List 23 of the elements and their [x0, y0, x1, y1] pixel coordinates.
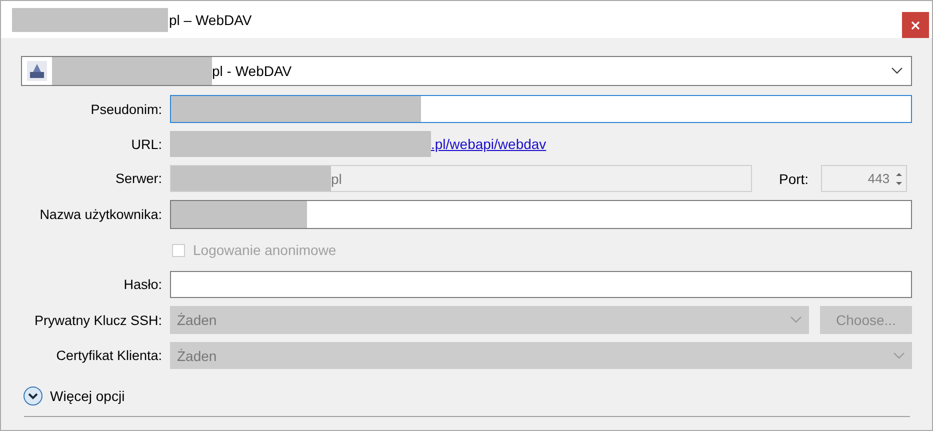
chevron-down-icon [893, 352, 905, 360]
port-label: Port: [779, 170, 809, 186]
url-link[interactable]: .pl/webapi/webdav [431, 136, 546, 152]
field-label: Serwer: [114, 171, 162, 186]
checkbox-label: Logowanie anonimowe [193, 242, 336, 258]
field-label: URL: [130, 136, 162, 152]
password-field[interactable] [170, 271, 912, 298]
username-field[interactable] [170, 200, 912, 229]
field-label: Nazwa użytkownika: [38, 207, 162, 222]
field-label: Hasło: [122, 277, 162, 292]
chevron-down-icon [790, 316, 802, 324]
expand-icon[interactable] [23, 386, 43, 406]
chevron-down-icon [891, 67, 903, 75]
field-label: Pseudonim: [90, 102, 162, 116]
site-dropdown[interactable]: pl - WebDAV [21, 56, 912, 86]
close-button[interactable] [902, 12, 929, 38]
window-title: pl – WebDAV [169, 12, 252, 28]
pseudonym-field[interactable] [170, 95, 912, 123]
drive-icon [26, 60, 48, 82]
more-options-label[interactable]: Więcej opcji [50, 388, 125, 404]
field-label: Prywatny Klucz SSH: [33, 312, 162, 328]
field-label: Certyfikat Klienta: [55, 348, 162, 363]
close-icon [911, 20, 920, 30]
